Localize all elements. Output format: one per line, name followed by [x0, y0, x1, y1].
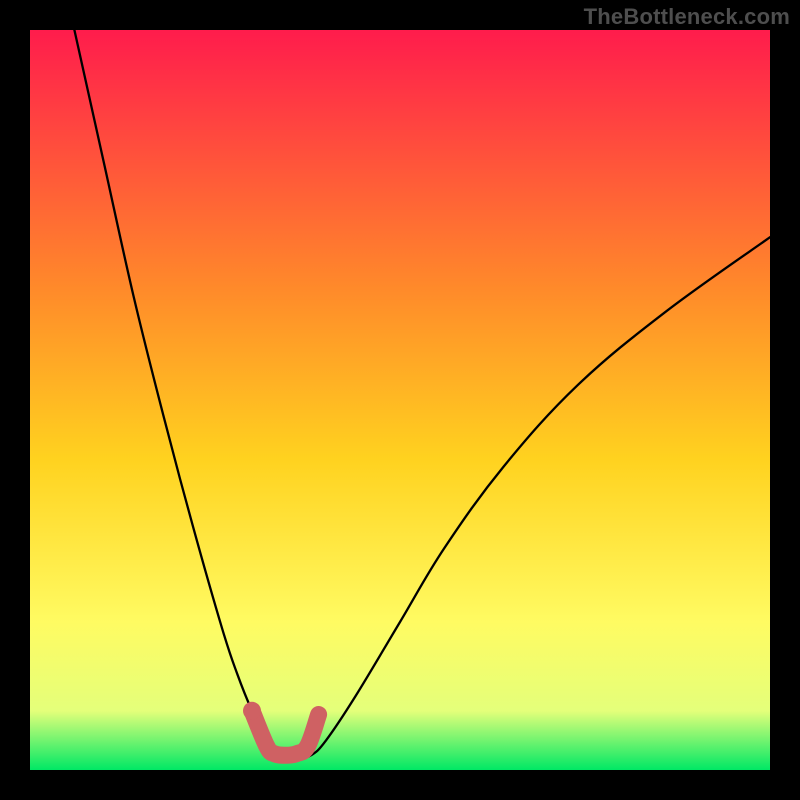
gradient-background [30, 30, 770, 770]
bottleneck-chart [30, 30, 770, 770]
chart-frame: TheBottleneck.com [0, 0, 800, 800]
highlight-dot [243, 702, 261, 720]
watermark-text: TheBottleneck.com [584, 4, 790, 30]
